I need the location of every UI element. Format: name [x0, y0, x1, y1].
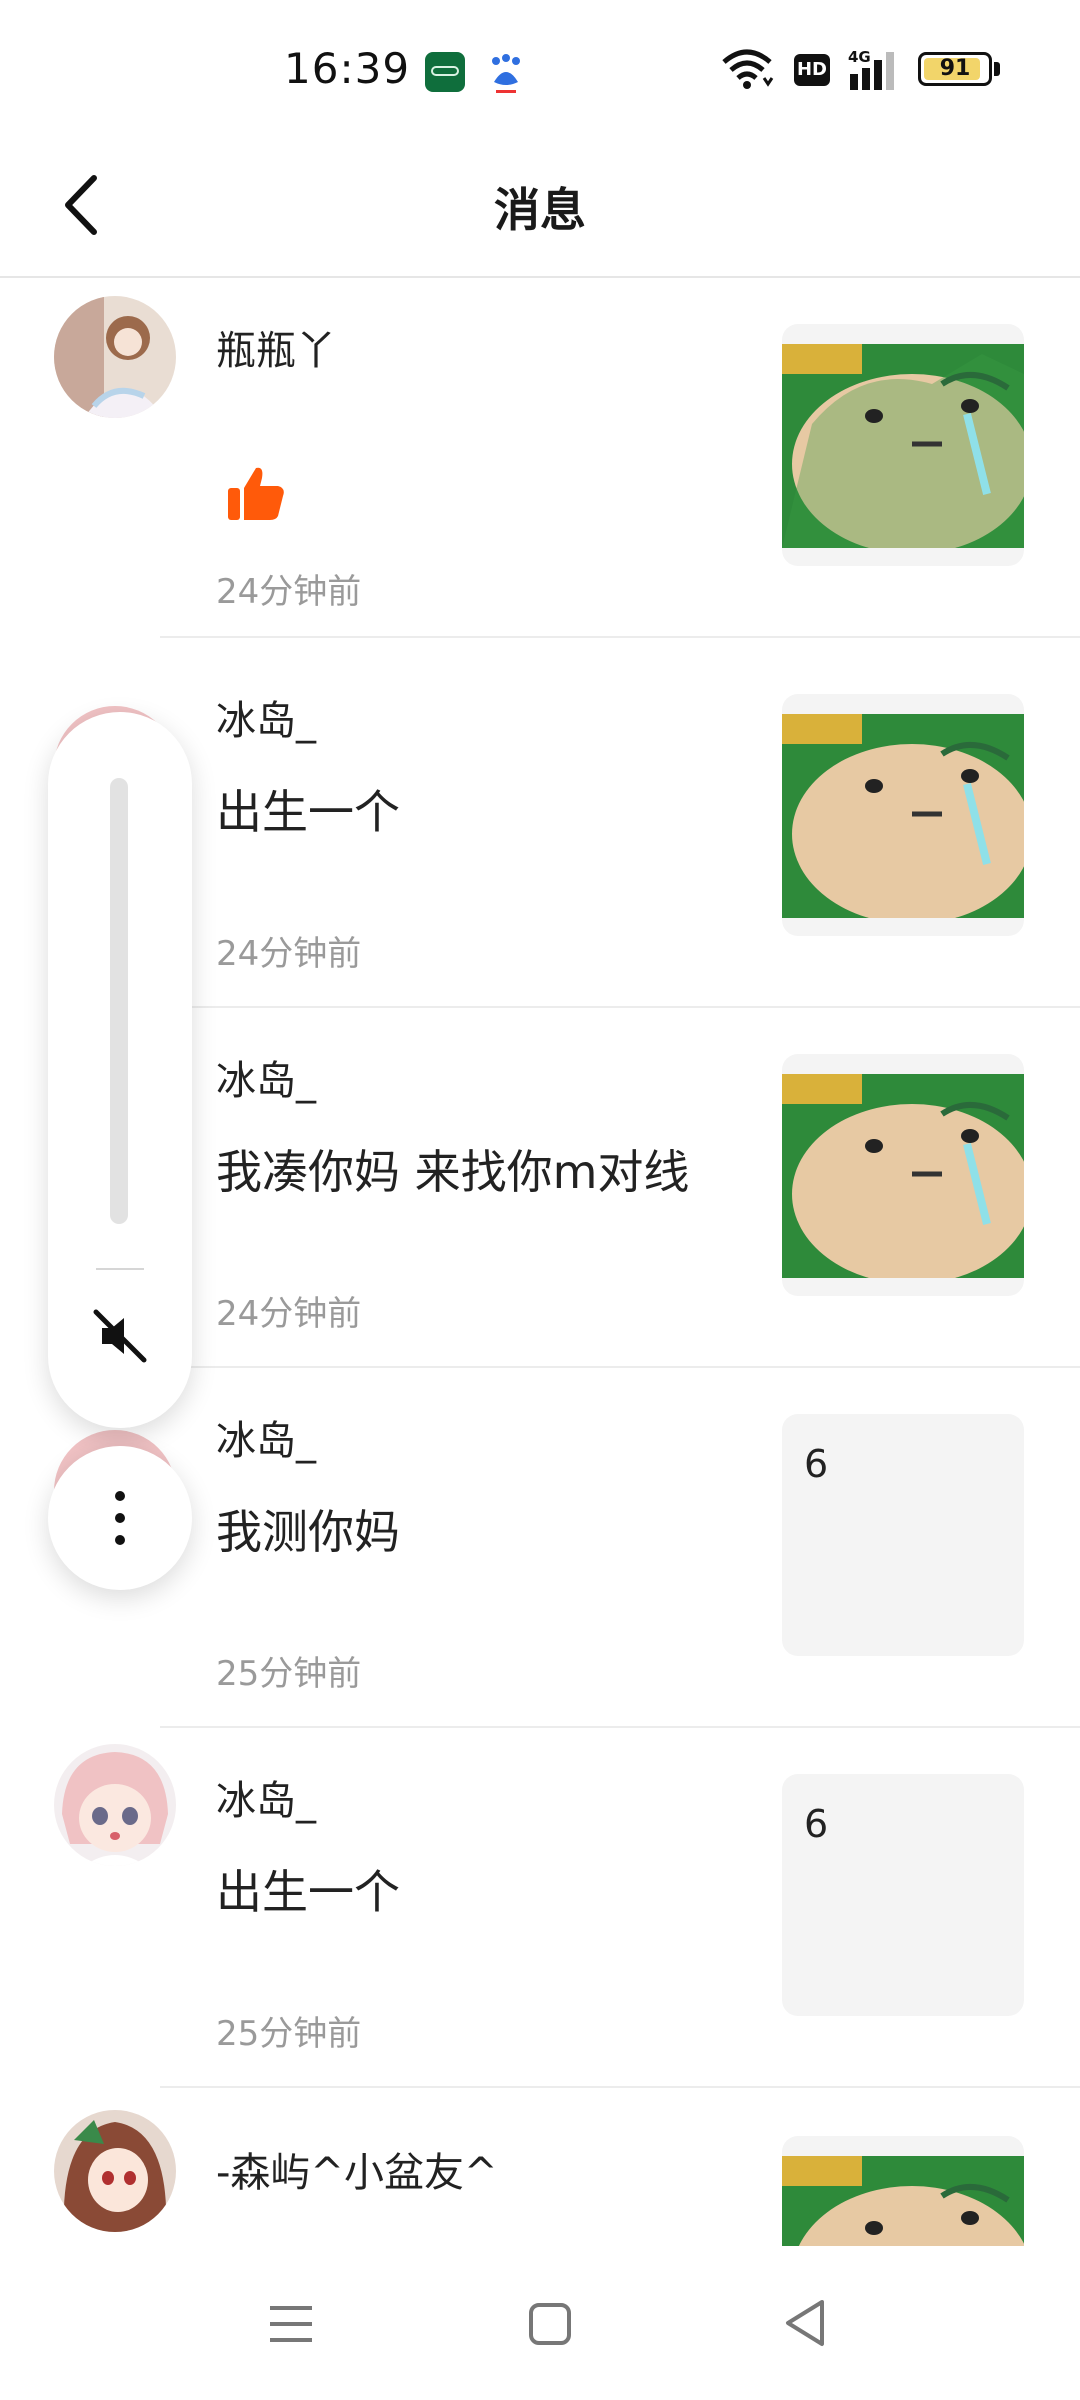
sender-name: 冰岛_	[216, 1778, 316, 1824]
signal-4g-icon: 4G	[848, 48, 894, 90]
thumbnail-image	[782, 2156, 1024, 2246]
sender-name: -森屿^小盆友^	[216, 2150, 498, 2196]
back-triangle-icon[interactable]	[782, 2298, 828, 2348]
svg-text:4G: 4G	[848, 48, 871, 66]
message-content: 出生一个	[216, 785, 400, 839]
thumbnail[interactable]	[782, 2136, 1024, 2246]
thumbnail[interactable]: 6	[782, 1774, 1024, 2016]
avatar[interactable]	[54, 296, 176, 418]
baidu-app-icon	[492, 54, 520, 93]
status-bar: 16:39 HD 4G 91	[0, 0, 1080, 140]
home-square-icon[interactable]	[528, 2302, 572, 2346]
hd-icon: HD	[794, 54, 830, 86]
thumbs-up-icon	[228, 467, 284, 520]
more-vertical-icon	[115, 1491, 125, 1545]
divider	[160, 636, 1080, 638]
navigation-bar	[0, 2246, 1080, 2400]
avatar[interactable]	[54, 1744, 176, 1866]
thumbnail-image	[782, 344, 1024, 548]
message-time: 25分钟前	[216, 2014, 362, 2054]
battery-cap	[994, 62, 1000, 76]
message-content: 出生一个	[216, 1865, 400, 1919]
oppo-app-icon	[425, 52, 465, 92]
thumbnail[interactable]: 6	[782, 1414, 1024, 1656]
thumbnail[interactable]	[782, 324, 1024, 566]
message-time: 24分钟前	[216, 1294, 362, 1334]
wifi-icon	[722, 49, 774, 89]
more-button[interactable]	[48, 1446, 192, 1590]
thumbnail[interactable]	[782, 1054, 1024, 1296]
volume-divider	[96, 1268, 144, 1270]
list-item[interactable]: -森屿^小盆友^	[0, 2090, 1080, 2246]
thumbnail-image	[782, 714, 1024, 918]
speaker-muted-icon[interactable]	[90, 1306, 150, 1366]
sender-name: 冰岛_	[216, 1418, 316, 1464]
avatar[interactable]	[54, 2110, 176, 2232]
thumbnail-image	[782, 1074, 1024, 1278]
list-item[interactable]: 瓶瓶丫 24分钟前	[0, 278, 1080, 638]
header: 消息	[0, 140, 1080, 278]
thumbnail[interactable]	[782, 694, 1024, 936]
battery-icon: 91	[918, 52, 992, 86]
message-content: 我测你妈	[216, 1505, 400, 1559]
menu-icon[interactable]	[268, 2302, 314, 2346]
message-time: 24分钟前	[216, 572, 362, 612]
status-time: 16:39	[284, 44, 411, 93]
message-time: 24分钟前	[216, 934, 362, 974]
page-title: 消息	[494, 183, 586, 237]
message-content: 我凑你妈 来找你m对线	[216, 1145, 690, 1199]
thumbnail-text: 6	[804, 1802, 829, 1846]
list-item[interactable]: 冰岛_ 出生一个 25分钟前 6	[0, 1728, 1080, 2088]
sender-name: 冰岛_	[216, 698, 316, 744]
volume-panel[interactable]	[48, 712, 192, 1428]
sender-name: 瓶瓶丫	[216, 328, 336, 374]
thumbnail-text: 6	[804, 1442, 829, 1486]
volume-slider[interactable]	[110, 778, 128, 1224]
battery-percent: 91	[939, 56, 971, 81]
message-time: 25分钟前	[216, 1654, 362, 1694]
divider	[160, 2086, 1080, 2088]
sender-name: 冰岛_	[216, 1058, 316, 1104]
